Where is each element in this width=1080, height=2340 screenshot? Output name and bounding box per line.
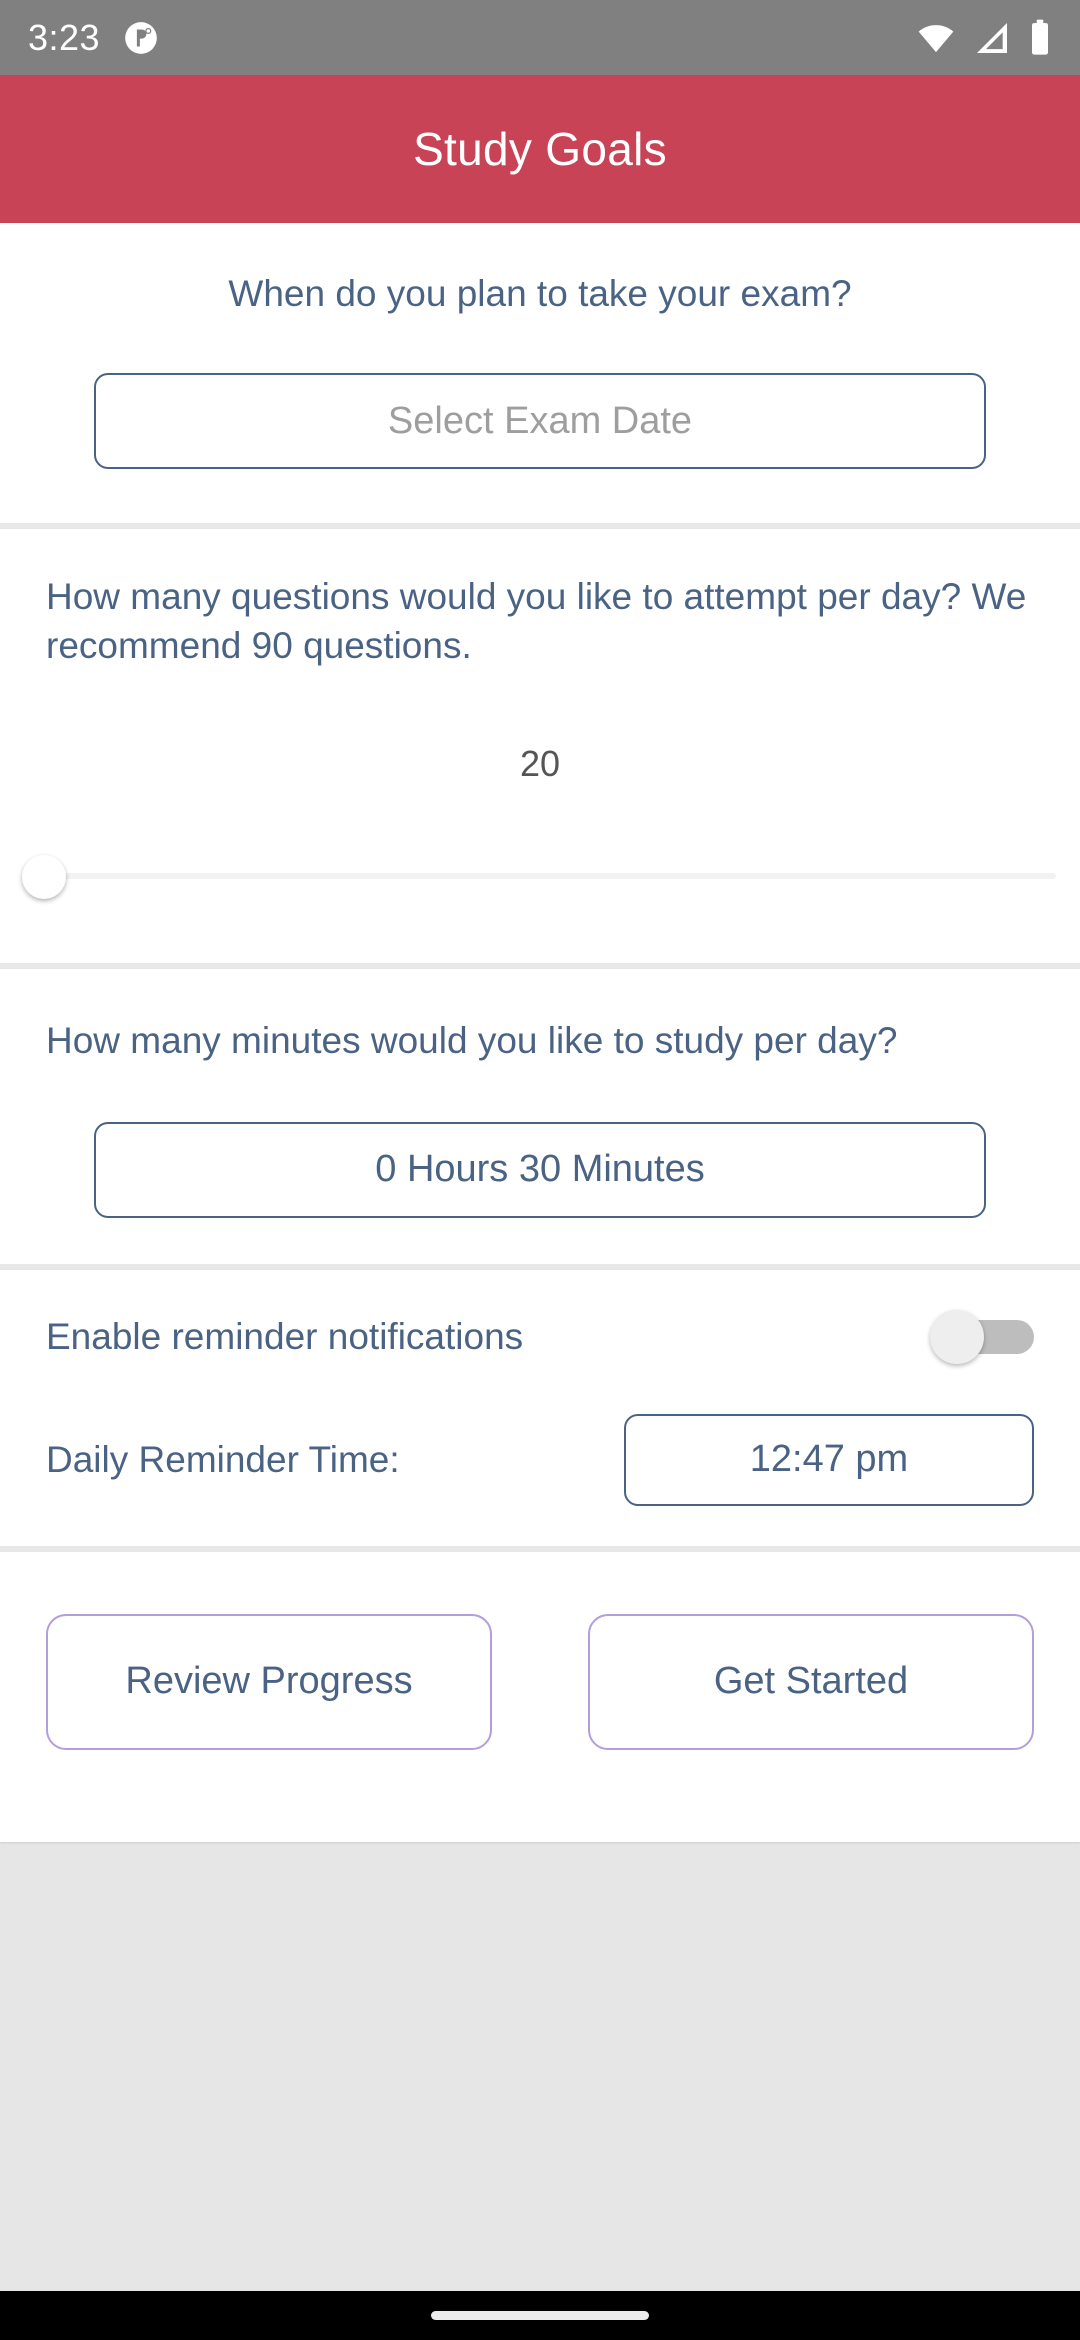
settings-scroll-container[interactable]: When do you plan to take your exam? Sele… bbox=[0, 223, 1080, 2291]
enable-notifications-toggle[interactable] bbox=[930, 1308, 1034, 1366]
status-bar-clock: 3:23 bbox=[28, 16, 101, 58]
actions-card: Review Progress Get Started bbox=[0, 1551, 1080, 1842]
app-bar: Study Goals bbox=[0, 75, 1080, 223]
study-duration-button[interactable]: 0 Hours 30 Minutes bbox=[94, 1121, 986, 1218]
page-title: Study Goals bbox=[413, 123, 667, 175]
get-started-button[interactable]: Get Started bbox=[588, 1613, 1034, 1750]
questions-per-day-slider[interactable] bbox=[0, 827, 1080, 923]
minutes-per-day-card: How many minutes would you like to study… bbox=[0, 968, 1080, 1264]
reminders-card: Enable reminder notifications Daily Remi… bbox=[0, 1269, 1080, 1546]
minutes-per-day-question: How many minutes would you like to study… bbox=[46, 1019, 898, 1061]
questions-per-day-question: How many questions would you like to att… bbox=[46, 576, 1027, 667]
daily-reminder-time-label: Daily Reminder Time: bbox=[46, 1438, 400, 1480]
enable-notifications-row: Enable reminder notifications bbox=[46, 1308, 1034, 1366]
select-exam-date-button[interactable]: Select Exam Date bbox=[94, 373, 986, 470]
daily-reminder-time-button[interactable]: 12:47 pm bbox=[624, 1413, 1034, 1506]
cellular-signal-icon bbox=[972, 18, 1012, 58]
questions-per-day-value: 20 bbox=[519, 742, 561, 784]
status-bar-right bbox=[916, 18, 1052, 58]
slider-thumb[interactable] bbox=[22, 854, 66, 899]
app-notification-icon bbox=[122, 19, 160, 57]
review-progress-button[interactable]: Review Progress bbox=[46, 1613, 492, 1750]
toggle-thumb[interactable] bbox=[930, 1309, 984, 1364]
questions-per-day-card: How many questions would you like to att… bbox=[0, 529, 1080, 963]
enable-notifications-label: Enable reminder notifications bbox=[46, 1315, 524, 1357]
system-navigation-bar bbox=[0, 2291, 1080, 2340]
status-bar: 3:23 bbox=[0, 0, 1080, 75]
status-bar-left: 3:23 bbox=[28, 19, 160, 57]
slider-track bbox=[24, 872, 1056, 879]
exam-date-question: When do you plan to take your exam? bbox=[228, 273, 852, 314]
daily-reminder-time-row: Daily Reminder Time: 12:47 pm bbox=[46, 1413, 1034, 1506]
battery-full-icon bbox=[1028, 18, 1052, 58]
phone-screen: 3:23 Study Goals When do you plan to tak… bbox=[0, 0, 1080, 2340]
exam-date-card: When do you plan to take your exam? Sele… bbox=[0, 223, 1080, 524]
wifi-icon bbox=[916, 18, 956, 58]
home-indicator[interactable] bbox=[431, 2311, 649, 2320]
